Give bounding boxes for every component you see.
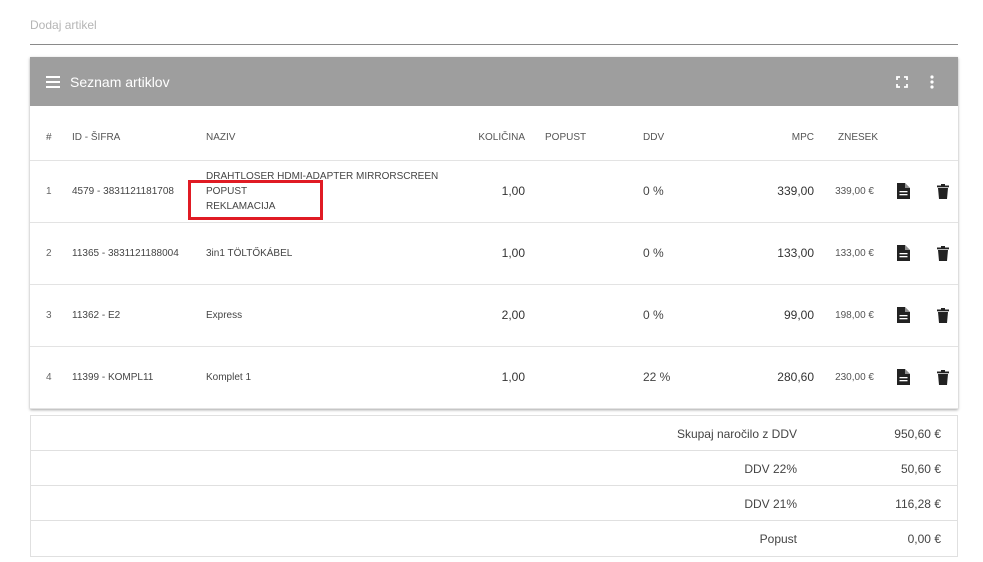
col-discount: POPUST (545, 132, 587, 143)
col-num: # (46, 132, 52, 143)
totals-label: DDV 22% (744, 462, 797, 476)
row-num: 1 (46, 186, 52, 197)
row-id: 4579 - 3831121181708 (72, 186, 174, 197)
col-id: ID - ŠIFRA (72, 132, 121, 143)
add-article-input[interactable] (30, 10, 958, 32)
card-title: Seznam artiklov (70, 73, 170, 90)
totals-row: Popust 0,00 € (31, 521, 957, 556)
row-total: 133,00 € (835, 248, 874, 259)
row-ddv: 0 % (643, 308, 664, 322)
list-icon (46, 75, 60, 88)
totals-table: Skupaj naročilo z DDV 950,60 € DDV 22% 5… (30, 415, 958, 557)
highlight-box (188, 180, 323, 220)
table-header: # ID - ŠIFRA NAZIV KOLIČINA POPUST DDV M… (30, 106, 958, 161)
row-ddv: 22 % (643, 370, 671, 384)
article-list-card: Seznam artiklov # ID - ŠIFRA NAZIV KOLIČ… (30, 57, 958, 409)
trash-icon[interactable] (935, 182, 951, 200)
totals-value: 0,00 € (907, 532, 941, 546)
col-mpc: MPC (791, 132, 814, 143)
totals-label: Popust (759, 532, 797, 546)
row-total: 230,00 € (835, 372, 874, 383)
trash-icon[interactable] (935, 244, 951, 262)
row-id: 11399 - KOMPL11 (72, 372, 154, 383)
row-qty: 1,00 (501, 370, 525, 384)
trash-icon[interactable] (935, 306, 951, 324)
totals-row: DDV 22% 50,60 € (31, 451, 957, 486)
table-row: 1 4579 - 3831121181708 DRAHTLOSER HDMI-A… (30, 161, 958, 223)
card-header: Seznam artiklov (30, 57, 958, 106)
document-icon[interactable] (895, 368, 911, 386)
row-qty: 1,00 (501, 184, 525, 198)
row-ddv: 0 % (643, 184, 664, 198)
row-id: 11362 - E2 (72, 310, 121, 321)
trash-icon[interactable] (935, 368, 951, 386)
row-name: Komplet 1 (206, 372, 252, 383)
row-num: 3 (46, 310, 52, 321)
fullscreen-icon[interactable] (892, 72, 912, 92)
document-icon[interactable] (895, 182, 911, 200)
row-num: 2 (46, 248, 52, 259)
row-ddv: 0 % (643, 246, 664, 260)
document-icon[interactable] (895, 306, 911, 324)
col-total: ZNESEK (838, 132, 879, 143)
row-id: 11365 - 3831121188004 (72, 248, 179, 259)
col-qty: KOLIČINA (478, 132, 525, 143)
row-mpc: 99,00 (783, 308, 814, 322)
totals-value: 950,60 € (894, 427, 941, 441)
row-mpc: 339,00 (777, 184, 814, 198)
row-mpc: 280,60 (777, 370, 814, 384)
row-mpc: 133,00 (777, 246, 814, 260)
document-icon[interactable] (895, 244, 911, 262)
row-total: 198,00 € (835, 310, 874, 321)
totals-value: 116,28 € (895, 497, 941, 511)
add-article-field[interactable] (30, 10, 958, 45)
table-row: 3 11362 - E2 Express 2,00 0 % 99,00 198,… (30, 285, 958, 347)
col-ddv: DDV (643, 132, 665, 143)
totals-label: Skupaj naročilo z DDV (676, 427, 797, 441)
row-num: 4 (46, 372, 52, 383)
row-total: 339,00 € (835, 186, 874, 197)
totals-row: DDV 21% 116,28 € (31, 486, 957, 521)
totals-row: Skupaj naročilo z DDV 950,60 € (31, 416, 957, 451)
table-row: 2 11365 - 3831121188004 3in1 TÖLTŐKÁBEL … (30, 223, 958, 285)
more-vert-icon[interactable] (922, 72, 942, 92)
row-qty: 2,00 (501, 308, 525, 322)
row-qty: 1,00 (501, 246, 525, 260)
table-row: 4 11399 - KOMPL11 Komplet 1 1,00 22 % 28… (30, 347, 958, 409)
col-name: NAZIV (206, 132, 236, 143)
row-name: 3in1 TÖLTŐKÁBEL (206, 248, 293, 259)
totals-value: 50,60 € (900, 462, 941, 476)
totals-label: DDV 21% (744, 497, 797, 511)
row-name: Express (206, 310, 243, 321)
